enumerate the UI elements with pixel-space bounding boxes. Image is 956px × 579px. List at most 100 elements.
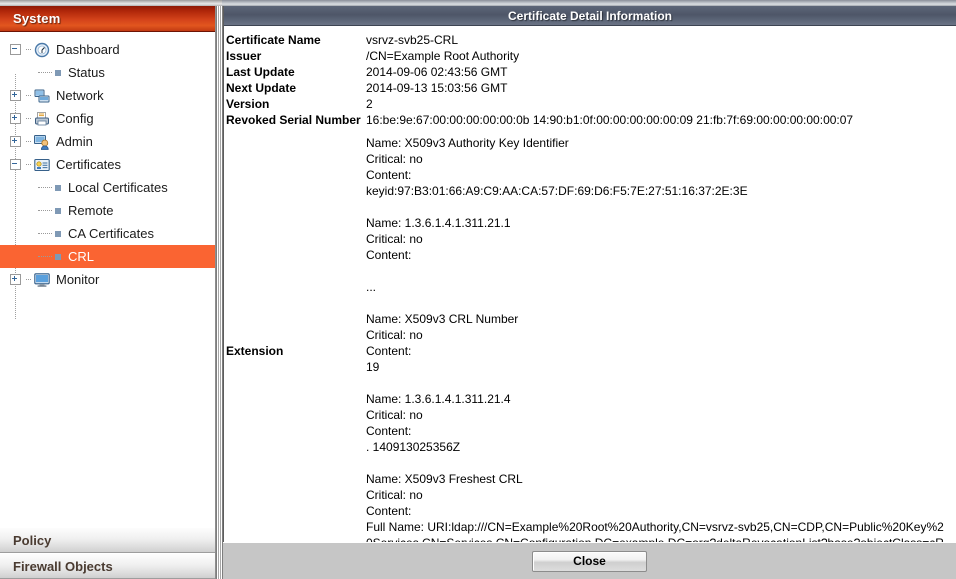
sidebar-section-policy-label: Policy bbox=[13, 532, 52, 548]
extension-content-label: Content: bbox=[366, 424, 412, 438]
extension-name: Name: X509v3 Freshest CRL bbox=[366, 472, 523, 486]
panel-title-bar: Certificate Detail Information bbox=[224, 6, 956, 26]
extension-row: Extension Name: X509v3 Authority Key Ide… bbox=[224, 135, 956, 542]
detail-row-label: Issuer bbox=[226, 49, 262, 63]
sidebar-item-label: Status bbox=[68, 65, 105, 80]
sidebar-item-label: Certificates bbox=[56, 157, 122, 172]
tree-connector bbox=[26, 163, 31, 166]
extension-block: Name: X509v3 Freshest CRL Critical: no Con… bbox=[366, 471, 946, 542]
detail-row-value: 2 bbox=[366, 97, 373, 111]
detail-row-value: 2014-09-06 02:43:56 GMT bbox=[366, 65, 508, 79]
tree-connector bbox=[26, 117, 31, 120]
collapse-minus-icon[interactable] bbox=[10, 44, 21, 55]
extension-critical: Critical: no bbox=[366, 328, 423, 342]
detail-row: Version 2 bbox=[224, 96, 956, 112]
dashboard-clock-icon bbox=[34, 42, 50, 58]
detail-row-value: vsrvz-svb25-CRL bbox=[366, 33, 459, 47]
sidebar-item-label: Network bbox=[56, 88, 104, 103]
sidebar-item-crl[interactable]: CRL bbox=[0, 245, 215, 268]
sidebar-item-label: CA Certificates bbox=[68, 226, 154, 241]
sidebar-item-label: Config bbox=[56, 111, 94, 126]
sidebar-section-firewall-objects-label: Firewall Objects bbox=[13, 558, 113, 574]
expand-plus-icon[interactable] bbox=[10, 274, 21, 285]
admin-user-icon bbox=[34, 134, 50, 150]
sidebar-header: System bbox=[0, 6, 215, 32]
extension-content-label: Content: bbox=[366, 504, 412, 518]
application-window: System Dashboard Status Network Config Admin… bbox=[0, 0, 956, 579]
page-title: Certificate Detail Information bbox=[507, 8, 673, 23]
detail-row: Next Update 2014-09-13 15:03:56 GMT bbox=[224, 80, 956, 96]
extension-content-label: Content: bbox=[366, 168, 412, 182]
sidebar-section-firewall-objects[interactable]: Firewall Objects bbox=[0, 553, 215, 579]
extension-block: Name: X509v3 CRL Number Critical: no Conte… bbox=[366, 311, 946, 375]
expand-plus-icon[interactable] bbox=[10, 90, 21, 101]
bullet-icon bbox=[55, 207, 61, 214]
extension-block: Name: 1.3.6.1.4.1.311.21.1 Critical: no Co… bbox=[366, 215, 946, 295]
collapse-minus-icon[interactable] bbox=[10, 159, 21, 170]
detail-row-value: /CN=Example Root Authority bbox=[366, 49, 520, 63]
sidebar: System Dashboard Status Network Config Admin… bbox=[0, 6, 216, 579]
sidebar-section-policy[interactable]: Policy bbox=[0, 527, 215, 553]
extension-name: Name: 1.3.6.1.4.1.311.21.4 bbox=[366, 392, 511, 406]
sidebar-item-network[interactable]: Network bbox=[0, 84, 215, 107]
sidebar-item-config[interactable]: Config bbox=[0, 107, 215, 130]
expand-plus-icon[interactable] bbox=[10, 113, 21, 124]
sidebar-item-certificates[interactable]: Certificates bbox=[0, 153, 215, 176]
tree-connector bbox=[26, 278, 31, 281]
detail-row-label: Revoked Serial Number bbox=[226, 113, 361, 127]
extension-content-value bbox=[366, 263, 946, 279]
certificate-card-icon bbox=[34, 157, 50, 173]
tree-connector bbox=[38, 186, 52, 189]
detail-row-label: Certificate Name bbox=[226, 33, 321, 47]
tree-connector bbox=[38, 209, 52, 212]
tree-connector bbox=[38, 71, 52, 74]
sidebar-item-monitor[interactable]: Monitor bbox=[0, 268, 215, 291]
certificate-detail-panel: Certificate Detail Information Certifica… bbox=[223, 6, 956, 579]
sidebar-item-remote[interactable]: Remote bbox=[0, 199, 215, 222]
sidebar-item-dashboard[interactable]: Dashboard bbox=[0, 38, 215, 61]
config-printer-icon bbox=[34, 111, 50, 127]
extension-content-label: Content: bbox=[366, 248, 412, 262]
extension-content-label: Content: bbox=[366, 344, 412, 358]
close-button[interactable]: Close bbox=[532, 550, 647, 572]
extension-label: Extension bbox=[226, 344, 284, 358]
sidebar-item-ca-certificates[interactable]: CA Certificates bbox=[0, 222, 215, 245]
extension-content-value: . 140913025356Z bbox=[366, 440, 461, 454]
extension-value-column: Name: X509v3 Authority Key Identifier Cri… bbox=[366, 135, 956, 542]
expand-plus-icon[interactable] bbox=[10, 136, 21, 147]
extension-content-value: Full Name: URI:ldap:///CN=Example%20Root… bbox=[366, 520, 944, 542]
extension-critical: Critical: no bbox=[366, 488, 423, 502]
monitor-screen-icon bbox=[34, 272, 50, 288]
sidebar-item-admin[interactable]: Admin bbox=[0, 130, 215, 153]
extension-critical: Critical: no bbox=[366, 232, 423, 246]
sidebar-vertical-scrollbar[interactable] bbox=[216, 6, 223, 579]
detail-body: Certificate Name vsrvz-svb25-CRL Issuer/CN… bbox=[224, 26, 956, 542]
sidebar-item-status[interactable]: Status bbox=[0, 61, 215, 84]
extension-critical: Critical: no bbox=[366, 408, 423, 422]
sidebar-item-local-certificates[interactable]: Local Certificates bbox=[0, 176, 215, 199]
sidebar-item-label: Dashboard bbox=[56, 42, 120, 57]
detail-row: Last Update 2014-09-06 02:43:56 GMT bbox=[224, 64, 956, 80]
bullet-icon bbox=[55, 230, 61, 237]
extension-block: Name: X509v3 Authority Key Identifier Cri… bbox=[366, 135, 946, 199]
extension-content-value: keyid:97:B3:01:66:A9:C9:AA:CA:57:DF:69:D… bbox=[366, 184, 748, 198]
detail-row: Issuer/CN=Example Root Authority bbox=[224, 48, 956, 64]
detail-row-value: 16:be:9e:67:00:00:00:00:00:0b 14:90:b1:0… bbox=[366, 113, 854, 127]
bullet-icon bbox=[55, 184, 61, 191]
detail-row-label: Next Update bbox=[226, 81, 297, 95]
bullet-icon bbox=[55, 69, 61, 76]
detail-row-label: Version bbox=[226, 97, 270, 111]
extension-content-value: ... bbox=[366, 280, 377, 294]
sidebar-accordion: Policy Firewall Objects bbox=[0, 527, 215, 579]
detail-row: Revoked Serial Number 16:be:9e:67:00:00:0… bbox=[224, 112, 956, 128]
extension-name: Name: X509v3 Authority Key Identifier bbox=[366, 136, 569, 150]
sidebar-tree: Dashboard Status Network Config Admin Certifi… bbox=[0, 32, 215, 319]
tree-connector bbox=[26, 140, 31, 143]
sidebar-header-title: System bbox=[13, 11, 61, 26]
detail-row-label: Last Update bbox=[226, 65, 295, 79]
tree-connector bbox=[26, 48, 31, 51]
sidebar-item-label: Admin bbox=[56, 134, 93, 149]
sidebar-item-label: CRL bbox=[68, 249, 95, 264]
extension-label-column: Extension bbox=[224, 135, 366, 542]
tree-connector bbox=[38, 232, 52, 235]
